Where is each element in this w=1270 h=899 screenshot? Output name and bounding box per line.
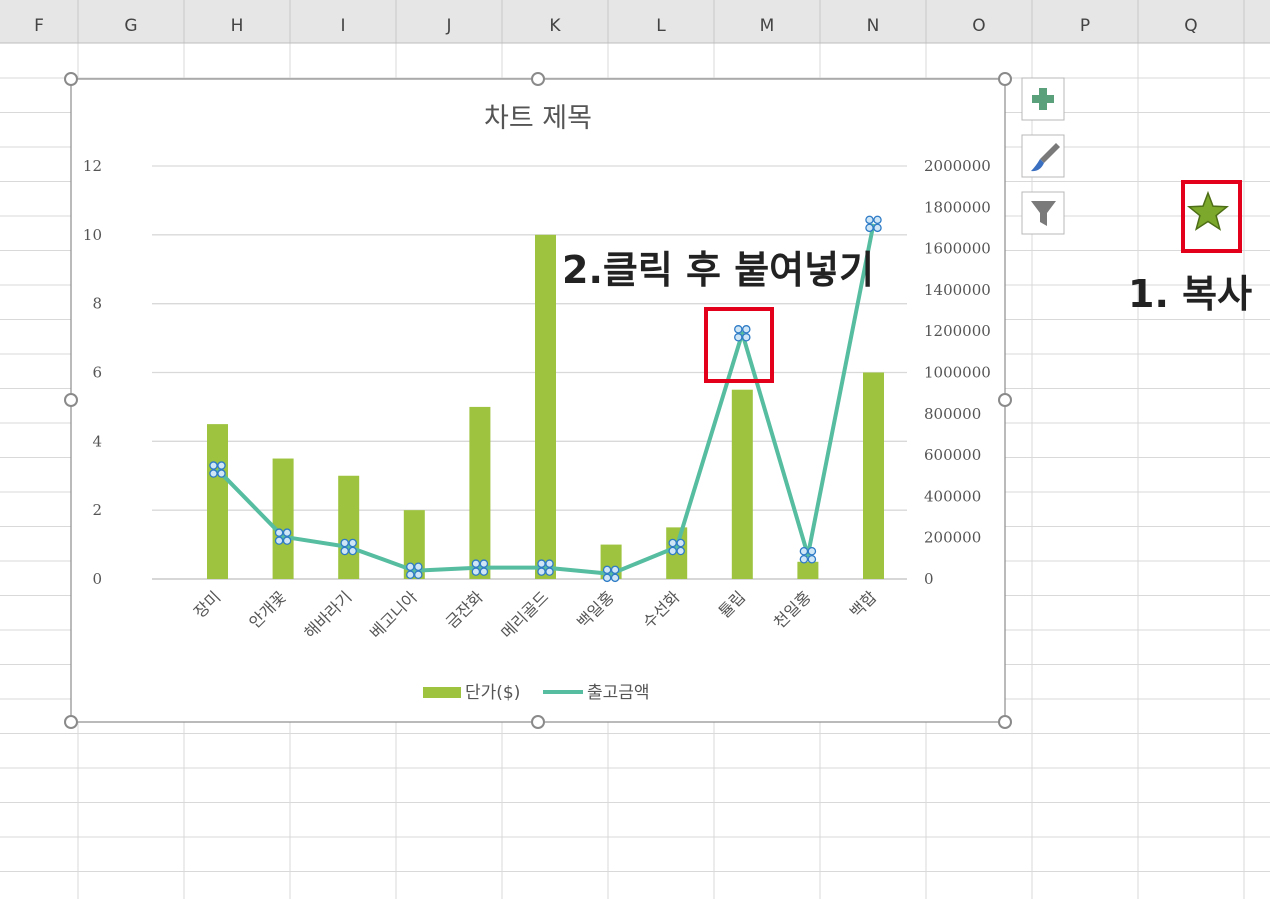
column-header-J[interactable]: J [445, 16, 451, 36]
y-right-tick-label: 600000 [924, 446, 981, 464]
chart-filters-button[interactable] [1021, 191, 1065, 235]
y-left-tick-label: 12 [83, 157, 102, 175]
step2-label: 2.클릭 후 붙여넣기 [562, 248, 874, 292]
column-header-K[interactable]: K [549, 16, 561, 36]
y-left-tick-label: 10 [83, 226, 102, 244]
column-header-H[interactable]: H [231, 16, 244, 36]
y-left-tick-label: 8 [92, 295, 102, 313]
column-header-G[interactable]: G [124, 16, 137, 36]
resize-handle[interactable] [998, 715, 1012, 729]
step1-label: 1. 복사 [1128, 272, 1252, 316]
y-right-tick-label: 2000000 [924, 157, 991, 175]
legend-label-bar: 단가($) [465, 683, 520, 703]
y-right-tick-label: 0 [924, 570, 934, 588]
bar-1[interactable] [272, 458, 294, 579]
legend-swatch-bar [423, 687, 461, 698]
y-right-tick-label: 1800000 [924, 198, 991, 216]
column-header-F[interactable]: F [34, 16, 44, 36]
bar-0[interactable] [207, 424, 228, 579]
chart-elements-button[interactable] [1021, 77, 1065, 121]
y-right-tick-label: 1400000 [924, 281, 991, 299]
y-right-tick-label: 400000 [924, 487, 981, 505]
resize-handle[interactable] [64, 715, 78, 729]
y-right-tick-label: 800000 [924, 405, 981, 423]
bar-4[interactable] [469, 406, 491, 579]
star-icon[interactable] [1186, 190, 1230, 231]
bar-10[interactable] [863, 372, 884, 580]
spreadsheet: F G H I J K L M N O P Q 차트 제목 0 2 4 6 8 10 12 0 200000 40000… [0, 0, 1270, 899]
y-right-tick-label: 1000000 [924, 364, 991, 382]
legend-label-line: 출고금액 [587, 683, 650, 703]
column-header-L[interactable]: L [656, 16, 666, 36]
chart-styles-button[interactable] [1021, 134, 1065, 178]
bar-2[interactable] [338, 475, 360, 579]
bar-8[interactable] [731, 389, 753, 579]
chart-title[interactable]: 차트 제목 [484, 103, 592, 134]
resize-handle[interactable] [64, 72, 78, 86]
chart-object[interactable]: 차트 제목 0 2 4 6 8 10 12 0 200000 400000 600000 800000… [64, 72, 1012, 729]
column-header-M[interactable]: M [760, 16, 775, 36]
resize-handle[interactable] [531, 72, 545, 86]
bar-9[interactable] [797, 561, 819, 579]
column-header-Q[interactable]: Q [1184, 16, 1197, 36]
resize-handle[interactable] [998, 393, 1012, 407]
resize-handle[interactable] [531, 715, 545, 729]
resize-handle[interactable] [64, 393, 78, 407]
column-header-I[interactable]: I [340, 16, 345, 36]
y-left-tick-label: 0 [92, 570, 102, 588]
y-left-tick-label: 4 [92, 432, 102, 450]
resize-handle[interactable] [998, 72, 1012, 86]
column-header-P[interactable]: P [1080, 16, 1090, 36]
y-left-tick-label: 2 [92, 501, 102, 519]
bar-5[interactable] [535, 234, 556, 580]
column-header-N[interactable]: N [867, 16, 880, 36]
column-header-O[interactable]: O [972, 16, 985, 36]
y-left-tick-label: 6 [92, 364, 102, 382]
y-right-tick-label: 1200000 [924, 322, 991, 340]
y-right-tick-label: 1600000 [924, 240, 991, 258]
y-right-tick-label: 200000 [924, 529, 981, 547]
